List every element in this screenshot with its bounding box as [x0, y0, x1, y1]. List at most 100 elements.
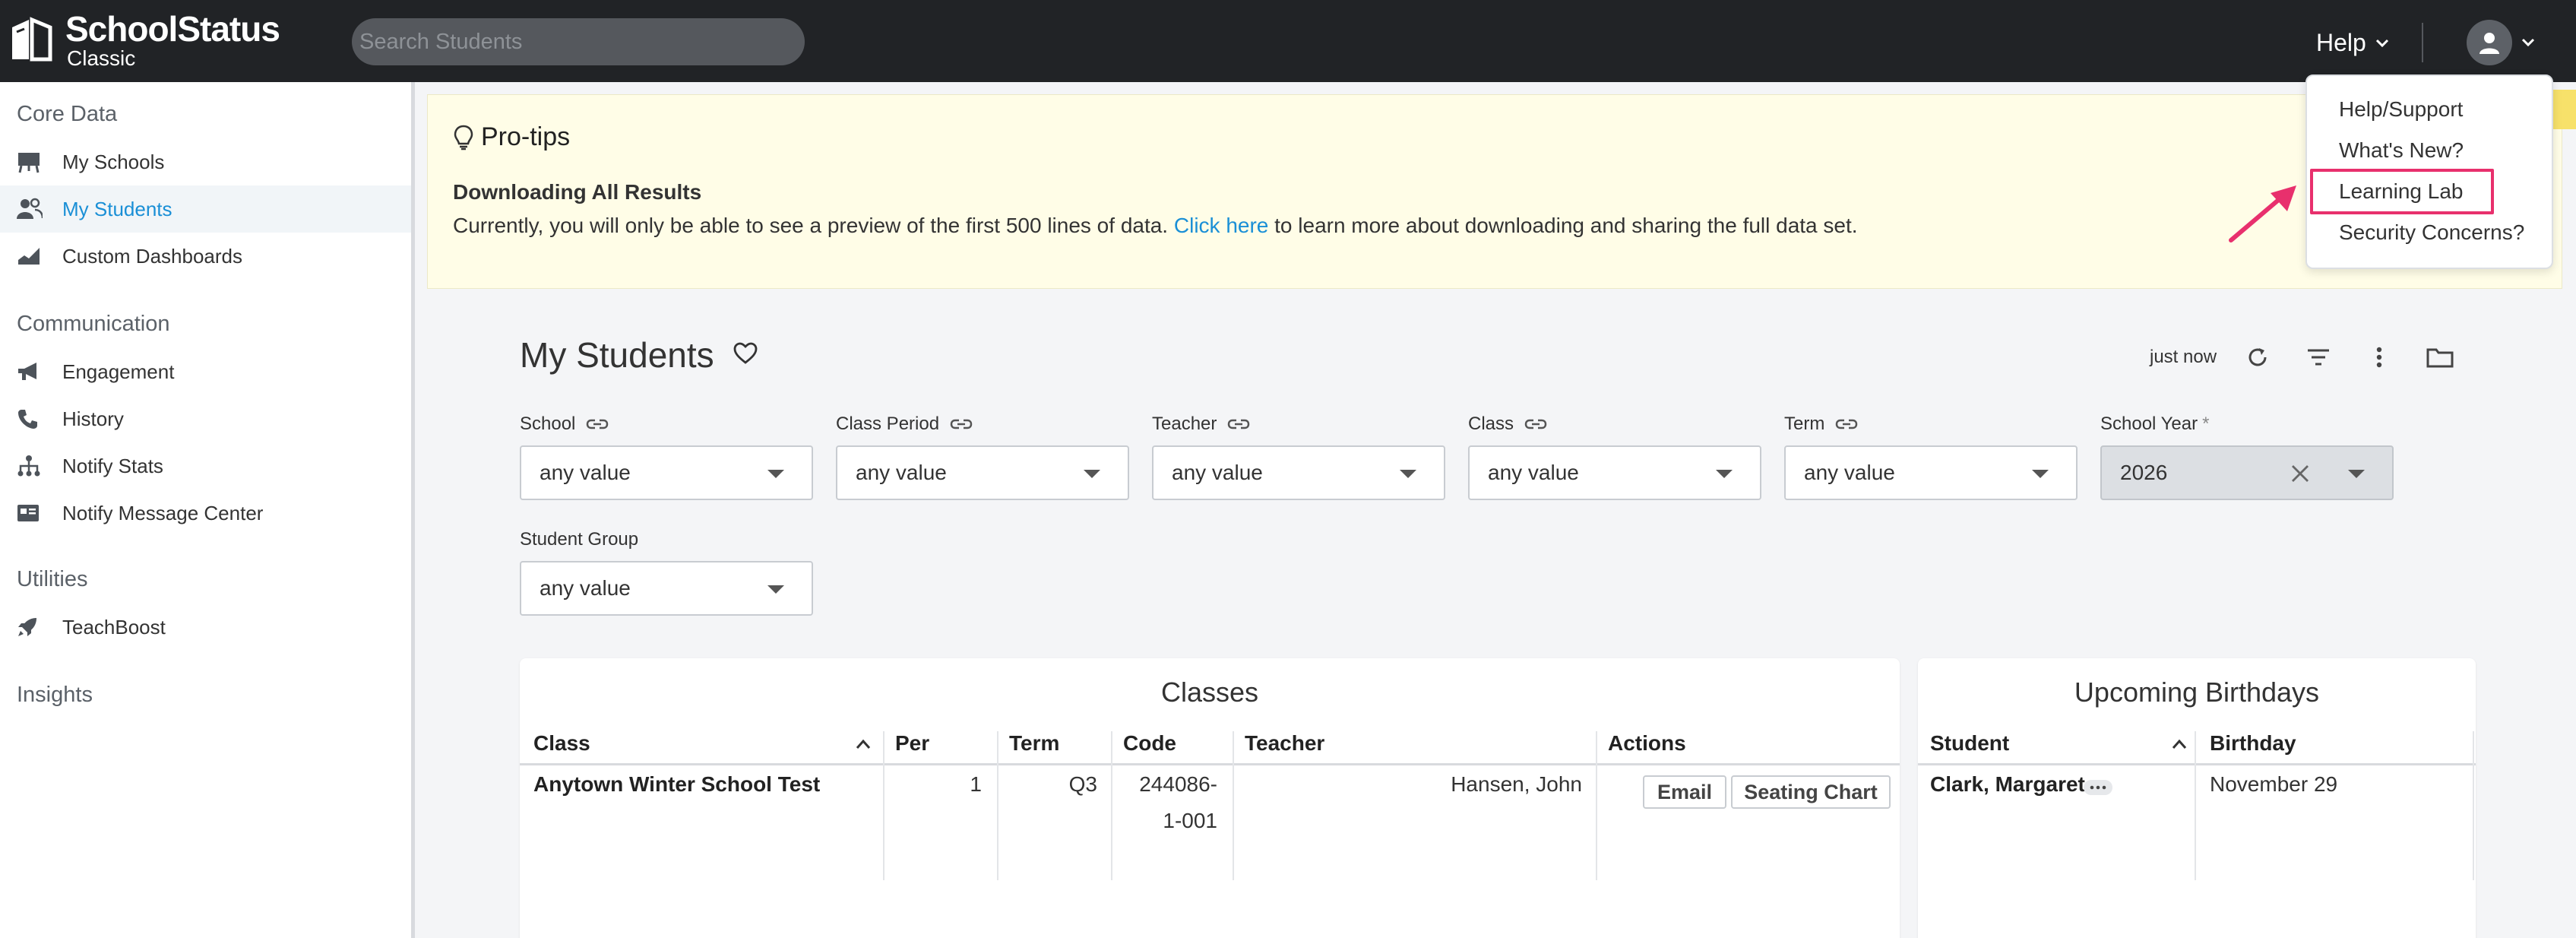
sidebar-item-label: Notify Stats [62, 454, 163, 477]
sidebar-item-label: History [62, 407, 124, 430]
folder-icon[interactable] [2419, 342, 2461, 372]
more-horizontal-icon[interactable] [2084, 780, 2112, 795]
column-divider [2195, 731, 2196, 880]
favorite-heart-icon[interactable] [733, 342, 758, 365]
search-students-input[interactable] [352, 18, 805, 65]
filter-teacher-select[interactable]: any value [1152, 445, 1445, 500]
filter-term-select[interactable]: any value [1784, 445, 2078, 500]
filter-school-select[interactable]: any value [520, 445, 813, 500]
sort-ascending-icon[interactable] [2172, 739, 2187, 749]
caret-down-icon [2032, 470, 2049, 478]
column-header-per[interactable]: Per [895, 731, 929, 756]
header-divider [1918, 763, 2476, 765]
column-divider [2473, 731, 2474, 880]
sidebar-item-label: Notify Message Center [62, 501, 264, 524]
last-updated-text: just now [2150, 347, 2217, 367]
upcoming-birthdays-card: Upcoming Birthdays Student Birthday Clar… [1918, 658, 2476, 938]
filter-value: 2026 [2120, 461, 2168, 484]
filter-value: any value [540, 461, 631, 484]
logo-subtitle: Classic [67, 46, 136, 70]
logo[interactable]: SchoolStatus Classic [9, 11, 280, 70]
more-vertical-icon[interactable] [2358, 342, 2400, 372]
filter-label-text: Teacher [1152, 414, 1217, 434]
page-toolbar: just now [2150, 342, 2479, 372]
sidebar-item-label: Engagement [62, 360, 175, 383]
header-divider [2422, 23, 2423, 62]
link-icon[interactable] [586, 418, 609, 430]
link-icon[interactable] [1524, 418, 1547, 430]
column-header-term[interactable]: Term [1009, 731, 1059, 756]
lightbulb-icon [454, 125, 473, 151]
email-button[interactable]: Email [1643, 775, 1726, 809]
caret-down-icon [767, 470, 784, 478]
megaphone-icon [0, 361, 62, 382]
sidebar-item-teachboost[interactable]: TeachBoost [0, 604, 411, 651]
sidebar-item-my-schools[interactable]: My Schools [0, 138, 411, 185]
menu-item-security-concerns[interactable]: Security Concerns? [2339, 220, 2524, 245]
user-icon [2479, 33, 2499, 54]
column-header-actions: Actions [1608, 731, 1686, 755]
logo-title: SchoolStatus [65, 9, 280, 49]
caret-down-icon [1400, 470, 1416, 478]
column-divider [883, 731, 885, 880]
chevron-down-icon [2375, 39, 2389, 48]
term-cell: Q3 [1068, 772, 1097, 796]
caret-down-icon [1084, 470, 1100, 478]
pro-tips-link[interactable]: Click here [1174, 214, 1268, 237]
filter-class-period-select[interactable]: any value [836, 445, 1129, 500]
menu-item-help-support[interactable]: Help/Support [2339, 97, 2463, 122]
refresh-icon[interactable] [2236, 342, 2279, 372]
sidebar-item-label: Custom Dashboards [62, 244, 242, 268]
clear-x-icon[interactable] [2290, 464, 2310, 483]
caret-down-icon [767, 585, 784, 594]
filter-class-select[interactable]: any value [1468, 445, 1761, 500]
code-cell-line2: 1-001 [1163, 809, 1217, 832]
filter-value: any value [856, 461, 947, 484]
filter-student-group-select[interactable]: any value [520, 561, 813, 616]
top-bar: SchoolStatus Classic Help [0, 0, 2576, 82]
seating-chart-button[interactable]: Seating Chart [1731, 775, 1891, 809]
hierarchy-icon [0, 455, 62, 477]
sidebar-item-notify-message-center[interactable]: Notify Message Center [0, 490, 411, 537]
link-icon[interactable] [950, 418, 973, 430]
teacher-cell: Hansen, John [1451, 772, 1582, 796]
sidebar-section-insights[interactable]: Insights [17, 683, 93, 708]
sidebar: Core Data My Schools My Students Custom … [0, 82, 415, 938]
help-label: Help [2316, 29, 2366, 56]
student-name-cell[interactable]: Clark, Margaret [1930, 766, 2085, 803]
sidebar-item-engagement[interactable]: Engagement [0, 348, 411, 395]
column-header-student[interactable]: Student [1930, 731, 2009, 756]
sidebar-item-label: TeachBoost [62, 615, 166, 639]
annotation-arrow-icon [2226, 181, 2302, 245]
caret-down-icon [1716, 470, 1733, 478]
sidebar-item-notify-stats[interactable]: Notify Stats [0, 442, 411, 490]
sidebar-item-history[interactable]: History [0, 395, 411, 442]
filter-lines-icon[interactable] [2297, 342, 2340, 372]
user-menu-button[interactable] [2467, 20, 2535, 65]
sort-ascending-icon[interactable] [856, 739, 871, 749]
filter-school-year-select[interactable]: 2026 [2100, 445, 2394, 500]
menu-item-whats-new[interactable]: What's New? [2339, 138, 2464, 163]
page-title: My Students [520, 335, 714, 375]
logo-book-icon [9, 17, 53, 62]
column-header-class[interactable]: Class [533, 731, 590, 756]
filter-label-text: Class [1468, 414, 1514, 434]
column-header-teacher[interactable]: Teacher [1245, 731, 1324, 756]
header-divider [520, 763, 1900, 765]
link-icon[interactable] [1835, 418, 1858, 430]
column-divider [1596, 731, 1597, 880]
filter-label-text: Term [1784, 414, 1825, 434]
chevron-down-icon [2521, 38, 2535, 47]
filter-label-class-period: Class Period [836, 414, 973, 435]
pro-tips-subtitle: Downloading All Results [453, 180, 702, 204]
sidebar-item-custom-dashboards[interactable]: Custom Dashboards [0, 233, 411, 280]
sidebar-item-my-students[interactable]: My Students [0, 185, 411, 233]
pro-tips-text-before: Currently, you will only be able to see … [453, 214, 1174, 237]
column-header-code[interactable]: Code [1123, 731, 1176, 756]
class-name-cell[interactable]: Anytown Winter School Test [533, 766, 820, 803]
link-icon[interactable] [1227, 418, 1250, 430]
help-menu-button[interactable]: Help [2316, 29, 2389, 57]
code-cell-line1: 244086- [1139, 772, 1217, 796]
per-cell: 1 [970, 772, 982, 796]
column-header-birthday[interactable]: Birthday [2210, 731, 2296, 756]
